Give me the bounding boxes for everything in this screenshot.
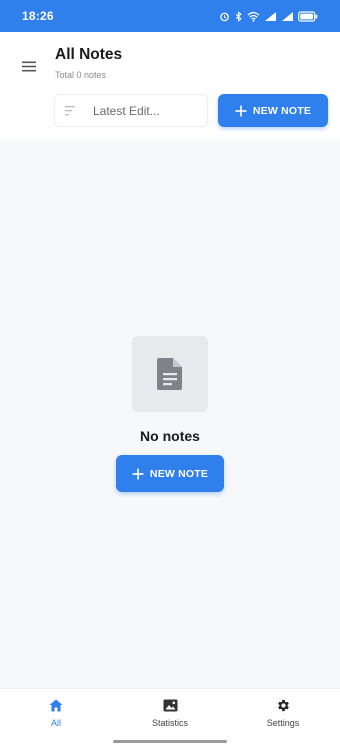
gear-icon	[273, 695, 293, 715]
nav-label-statistics: Statistics	[151, 718, 188, 728]
menu-button[interactable]	[18, 56, 40, 76]
image-icon	[160, 695, 180, 715]
new-note-label: NEW NOTE	[149, 467, 209, 480]
alarm-icon	[220, 12, 229, 21]
document-icon	[157, 358, 182, 390]
nav-label-settings: Settings	[266, 718, 300, 728]
signal-icon	[282, 11, 293, 21]
hamburger-icon	[22, 61, 36, 71]
new-note-label: NEW NOTE	[252, 104, 312, 117]
home-indicator[interactable]	[113, 740, 227, 743]
new-note-button-empty[interactable]: NEW NOTE	[116, 455, 224, 492]
sort-icon	[65, 105, 75, 115]
signal-icon	[265, 11, 276, 21]
empty-title: No notes	[140, 428, 200, 444]
notes-count: Total 0 notes	[55, 70, 107, 80]
wifi-icon	[247, 11, 260, 22]
empty-icon-box	[132, 336, 208, 412]
sort-select[interactable]: Latest Edit...	[54, 94, 208, 127]
plus-icon	[235, 105, 247, 116]
home-icon	[46, 695, 66, 715]
page-title: All Notes	[55, 46, 123, 63]
nav-label-all: All	[50, 718, 61, 728]
bluetooth-icon	[235, 10, 242, 22]
sort-label: Latest Edit...	[93, 103, 160, 118]
plus-icon	[132, 468, 144, 479]
status-bar: 18:26	[0, 0, 340, 32]
nav-item-settings[interactable]: Settings	[243, 695, 323, 728]
battery-icon	[298, 10, 318, 22]
status-icons	[219, 10, 318, 22]
new-note-button[interactable]: NEW NOTE	[218, 94, 328, 127]
status-time: 18:26	[22, 9, 54, 23]
nav-item-all[interactable]: All	[16, 695, 96, 728]
nav-item-statistics[interactable]: Statistics	[130, 695, 210, 728]
app-header: All Notes Total 0 notes Latest Edit... N…	[0, 32, 340, 140]
